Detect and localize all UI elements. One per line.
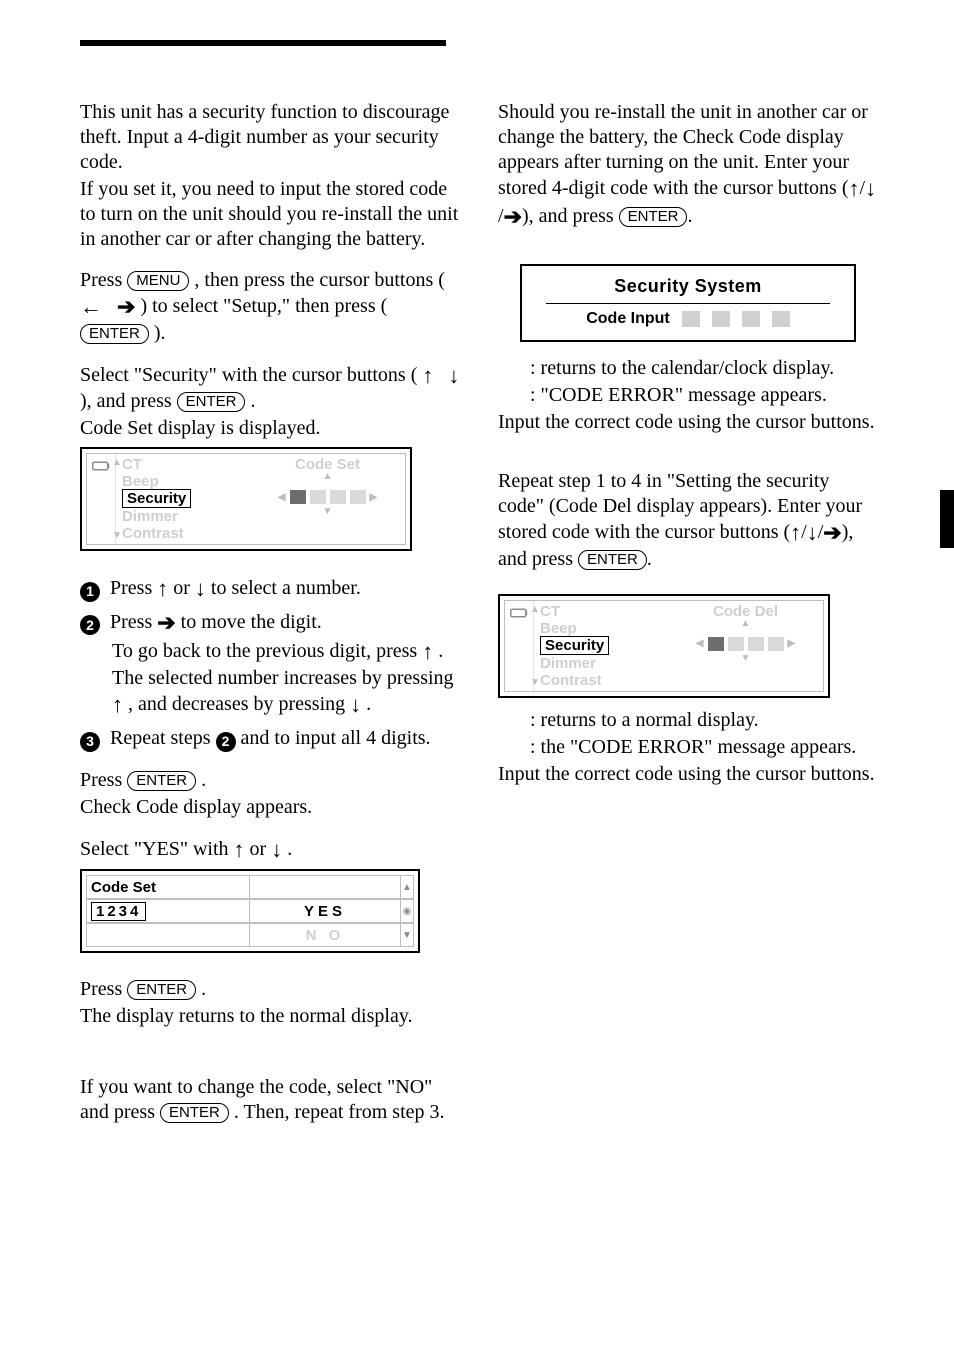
down-arrow-icon: ↓ xyxy=(350,691,361,719)
step1: Press MENU , then press the cursor butto… xyxy=(80,268,460,348)
menu-selected[interactable]: Security xyxy=(122,489,191,508)
up-arrow-icon: ↑ xyxy=(112,691,123,719)
up-arrow-icon: ↑ xyxy=(849,175,860,203)
substep-1: 1 xyxy=(80,582,100,602)
intro-p2: If you set it, you need to input the sto… xyxy=(80,177,460,252)
codeset-digits: 1234 xyxy=(86,899,250,923)
down-arrow-icon: ↓ xyxy=(195,575,206,603)
right-arrow-icon: ➔ xyxy=(504,203,522,231)
right-result: : returns to the calendar/clock display.… xyxy=(498,356,878,437)
codeset-header: Code Set xyxy=(86,875,250,899)
step2: Select "Security" with the cursor button… xyxy=(80,362,460,562)
enter-button[interactable]: ENTER xyxy=(80,324,149,344)
codedel-right: Code Del ▲ ◀ ▶ ▼ xyxy=(668,601,823,691)
right-delete: Repeat step 1 to 4 in "Setting the secur… xyxy=(498,469,878,574)
right-column: Should you re-install the unit in anothe… xyxy=(498,100,878,1141)
step4: Press ENTER . Check Code display appears… xyxy=(80,768,460,822)
up-arrow-icon: ↑ xyxy=(234,836,245,864)
enter-button[interactable]: ENTER xyxy=(177,392,246,412)
panel-sub: Code Input xyxy=(586,310,670,328)
step5: Select "YES" with ↑ or ↓ . Code Set ▲ 12… xyxy=(80,836,460,964)
note: If you want to change the code, select "… xyxy=(80,1075,460,1127)
yes-option[interactable]: YES xyxy=(250,899,401,923)
lcd-codeset: ▲ CT Beep Security Dimmer Contrast ▼ Cod… xyxy=(80,447,412,551)
right-arrow-icon: ➔ xyxy=(823,519,841,547)
right-arrow-icon: ➔ xyxy=(157,609,175,637)
up-arrow-icon: ↑ xyxy=(157,575,168,603)
down-arrow-icon: ↓ xyxy=(271,836,282,864)
step3: 1 Press ↑ or ↓ to select a number. 2 Pre… xyxy=(80,575,460,754)
enter-button[interactable]: ENTER xyxy=(127,771,196,791)
scroll-up-icon: ▲ xyxy=(401,875,414,899)
returns-normal: The display returns to the normal displa… xyxy=(80,1004,460,1029)
lcd-codedel: ▲ CT Beep Security Dimmer Contrast ▼ Cod… xyxy=(498,594,830,698)
up-arrow-icon: ↑ xyxy=(422,362,433,390)
step6: Press ENTER . The display returns to the… xyxy=(80,977,460,1031)
down-arrow-icon: ↓ xyxy=(865,175,876,203)
intro-p1: This unit has a security function to dis… xyxy=(80,100,460,175)
security-system-panel: Security System Code Input xyxy=(520,264,856,342)
left-arrow-icon: ← xyxy=(80,293,102,321)
enter-button[interactable]: ENTER xyxy=(127,980,196,1000)
panel-title: Security System xyxy=(528,276,848,297)
check-code-text: Check Code display appears. xyxy=(80,795,460,820)
substep-3: 3 xyxy=(80,732,100,752)
substep-2-ref: 2 xyxy=(216,732,236,752)
substep-2: 2 xyxy=(80,615,100,635)
right-arrow-icon: ➔ xyxy=(117,293,135,321)
codeset-right: Code Set ▲ ◀ ▶ ▼ xyxy=(250,454,405,544)
up-arrow-icon: ↑ xyxy=(790,519,801,547)
menu-button[interactable]: MENU xyxy=(127,271,189,291)
left-column: This unit has a security function to dis… xyxy=(80,100,460,1141)
scroll-thumb-icon: ◉ xyxy=(401,899,414,923)
page-edge-tab xyxy=(940,490,954,548)
right-intro: Should you re-install the unit in anothe… xyxy=(498,100,878,232)
right-result2: : returns to a normal display. : the "CO… xyxy=(498,708,878,789)
enter-button[interactable]: ENTER xyxy=(619,207,688,227)
up-arrow-icon: ↑ xyxy=(422,638,433,666)
down-arrow-icon: ↓ xyxy=(448,362,459,390)
enter-button[interactable]: ENTER xyxy=(578,550,647,570)
down-arrow-icon: ↓ xyxy=(807,519,818,547)
confirm-panel: Code Set ▲ 1234 YES ◉ N O ▼ xyxy=(80,869,420,953)
page-content: This unit has a security function to dis… xyxy=(80,40,880,1141)
menu-list: ▲ CT Beep Security Dimmer Contrast ▼ xyxy=(116,454,250,544)
no-option[interactable]: N O xyxy=(250,923,401,947)
scroll-down-icon: ▼ xyxy=(401,923,414,947)
menu-selected[interactable]: Security xyxy=(540,636,609,655)
intro-block: This unit has a security function to dis… xyxy=(80,100,460,254)
codeset-shown: Code Set display is displayed. xyxy=(80,416,460,441)
menu-list: ▲ CT Beep Security Dimmer Contrast ▼ xyxy=(534,601,668,691)
enter-button[interactable]: ENTER xyxy=(160,1103,229,1123)
section-rule xyxy=(80,40,446,46)
